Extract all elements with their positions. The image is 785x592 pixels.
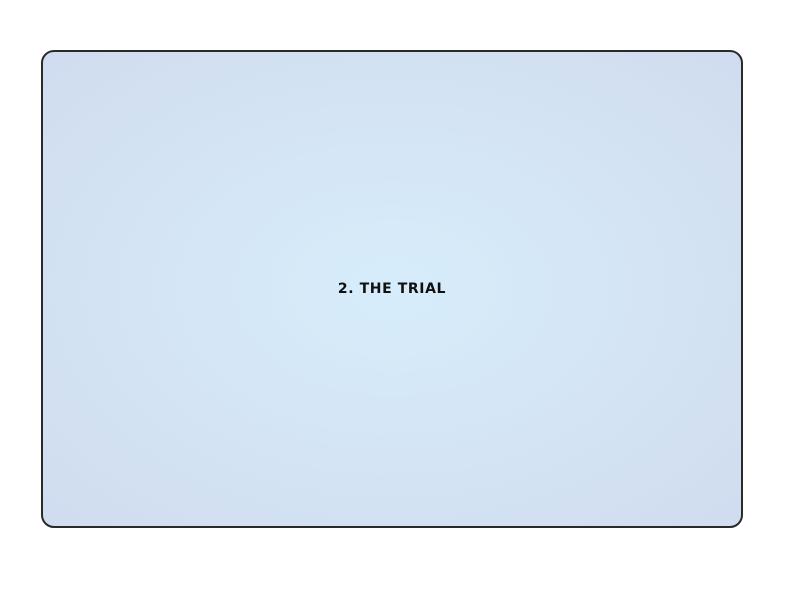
slide-title: 2. THE TRIAL xyxy=(337,281,447,297)
slide-card[interactable]: 2. THE TRIAL xyxy=(41,50,743,528)
page: 2. THE TRIAL xyxy=(0,0,785,592)
